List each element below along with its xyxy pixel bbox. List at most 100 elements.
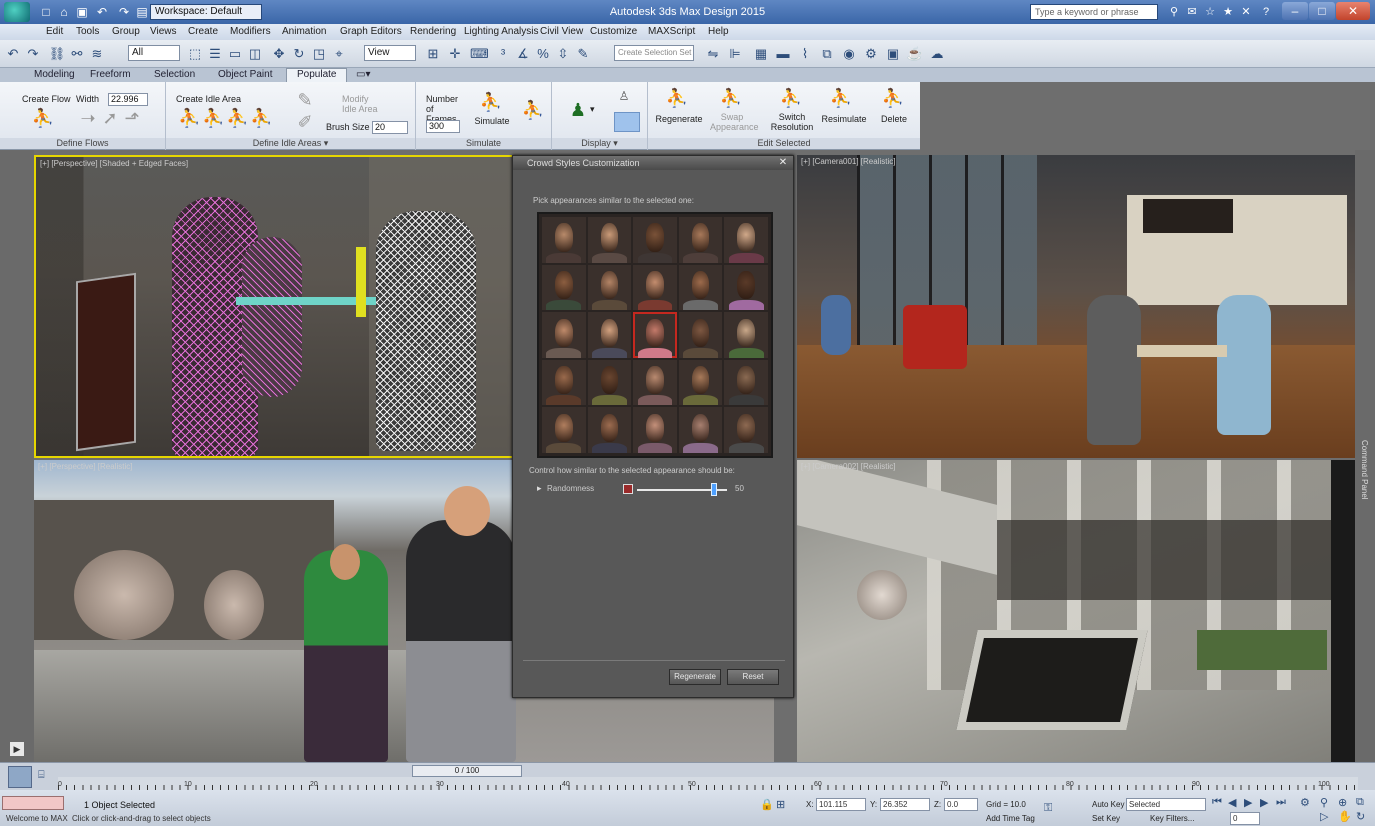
selection-filter-dropdown[interactable]: All (128, 45, 180, 61)
idle-area-brush-icon[interactable]: ✎ (294, 90, 316, 110)
swap-appearance-icon[interactable]: ⛹ (718, 88, 744, 108)
reference-coordinate-dropdown[interactable]: View (364, 45, 416, 61)
spinner-snap-icon[interactable]: ⇳ (554, 45, 572, 63)
percent-snap-icon[interactable]: % (534, 45, 552, 63)
expand-arrow-icon[interactable]: ▸ (537, 483, 542, 494)
snaps-toggle-icon[interactable]: ³ (494, 45, 512, 63)
select-and-link-icon[interactable]: ⛓ (48, 45, 66, 63)
randomness-swatch[interactable] (623, 484, 633, 494)
field-of-view-icon[interactable]: ▷ (1320, 810, 1328, 823)
tab-populate[interactable]: Populate (286, 68, 348, 82)
render-production-icon[interactable]: ☕ (906, 45, 924, 63)
menu-lighting-analysis[interactable]: Lighting Analysis (464, 26, 539, 37)
curve-editor-icon[interactable]: ⌇ (796, 45, 814, 63)
clear-simulation-icon[interactable]: ⛹ (520, 100, 546, 120)
menu-group[interactable]: Group (112, 26, 140, 37)
tab-object-paint[interactable]: Object Paint (218, 69, 272, 80)
flow-segment-icon[interactable]: ➝ (78, 108, 98, 128)
subscription-icon[interactable]: ☆ (1202, 4, 1218, 20)
menu-edit[interactable]: Edit (46, 26, 63, 37)
menu-civil-view[interactable]: Civil View (540, 26, 583, 37)
previous-frame-icon[interactable]: ◀ (1228, 796, 1236, 809)
appearance-tile[interactable] (678, 407, 723, 453)
window-crossing-icon[interactable]: ◫ (246, 45, 264, 63)
display-figure-icon[interactable]: ♙ (614, 86, 634, 106)
menu-customize[interactable]: Customize (590, 26, 637, 37)
viewport-label[interactable]: [+] [Camera002] [Realistic] (801, 462, 895, 471)
redo-icon[interactable]: ↷ (24, 45, 42, 63)
viewport-navigation-icon[interactable]: ▶ (10, 742, 24, 756)
tab-freeform[interactable]: Freeform (90, 69, 131, 80)
idle-area-erase-icon[interactable]: ✐ (294, 112, 316, 132)
select-and-rotate-icon[interactable]: ↻ (290, 45, 308, 63)
viewport-label[interactable]: [+] [Camera001] [Realistic] (801, 157, 895, 166)
z-coordinate[interactable]: 0.0 (944, 798, 978, 811)
viewport-camera-courtyard[interactable]: [+] [Camera002] [Realistic] (797, 460, 1355, 762)
create-flow-icon[interactable]: ⛹ (30, 108, 56, 128)
maxscript-listener-input[interactable] (2, 796, 64, 810)
select-by-name-icon[interactable]: ☰ (206, 45, 224, 63)
appearance-tile[interactable] (542, 407, 586, 453)
next-frame-icon[interactable]: ▶ (1260, 796, 1268, 809)
tab-selection[interactable]: Selection (154, 69, 195, 80)
resimulate-icon[interactable]: ⛹ (828, 88, 854, 108)
schematic-view-icon[interactable]: ⧉ (818, 45, 836, 63)
menu-tools[interactable]: Tools (76, 26, 99, 37)
menu-maxscript[interactable]: MAXScript (648, 26, 695, 37)
x-coordinate[interactable]: 101.115 (816, 798, 866, 811)
menu-views[interactable]: Views (150, 26, 177, 37)
display-toggle-button[interactable] (614, 112, 640, 132)
appearance-tile[interactable] (633, 312, 677, 358)
appearance-tile[interactable] (678, 217, 723, 263)
resimulate-label[interactable]: Resimulate (820, 114, 868, 124)
pivot-center-icon[interactable]: ⊞ (424, 45, 442, 63)
appearance-tile[interactable] (678, 312, 723, 358)
angle-snap-icon[interactable]: ∡ (514, 45, 532, 63)
y-coordinate[interactable]: 26.352 (880, 798, 930, 811)
material-editor-icon[interactable]: ◉ (840, 45, 858, 63)
idle-area-paint-icon[interactable]: ⛹ (250, 108, 272, 128)
appearance-tile[interactable] (542, 264, 586, 311)
swap-appearance-label[interactable]: Swap Appearance (710, 112, 759, 132)
track-bar[interactable] (58, 777, 1358, 791)
undo-icon[interactable]: ↶ (4, 45, 22, 63)
maximize-viewport-icon[interactable]: ⧉ (1356, 796, 1364, 809)
add-time-tag[interactable]: Add Time Tag (986, 814, 1035, 823)
appearance-tile[interactable] (633, 407, 677, 453)
key-mode-dropdown[interactable]: Selected (1126, 798, 1206, 811)
brush-size-spinner[interactable]: 20 (372, 121, 408, 134)
modify-idle-area-label[interactable]: Modify Idle Area (342, 94, 382, 114)
time-configuration-icon[interactable]: ⚙ (1300, 796, 1310, 809)
appearance-tile[interactable] (587, 312, 632, 358)
auto-key-button[interactable]: Auto Key (1092, 800, 1124, 809)
flow-curve-icon[interactable]: ➚ (100, 108, 120, 128)
select-and-place-icon[interactable]: ⌖ (330, 45, 348, 63)
help-icon[interactable]: ? (1258, 4, 1274, 20)
appearance-tile[interactable] (724, 359, 768, 406)
appearance-tile[interactable] (724, 264, 768, 311)
current-frame-field[interactable]: 0 (1230, 812, 1260, 825)
key-filters-button[interactable]: Key Filters... (1150, 814, 1194, 823)
width-spinner[interactable]: 22.996 (108, 93, 148, 106)
simulate-icon[interactable]: ⛹ (478, 92, 504, 112)
mirror-icon[interactable]: ⇋ (704, 45, 722, 63)
display-person-icon[interactable]: ♟ (568, 100, 588, 120)
appearance-tile[interactable] (678, 359, 723, 406)
regenerate-button[interactable]: Regenerate (669, 669, 721, 685)
simulate-label[interactable]: Simulate (474, 116, 510, 126)
track-bar-toggle-icon[interactable]: ⌸ (38, 769, 45, 782)
menu-modifiers[interactable]: Modifiers (230, 26, 271, 37)
display-dropdown-arrow-icon[interactable]: ▾ (590, 104, 595, 115)
appearance-tile[interactable] (587, 264, 632, 311)
viewport-perspective-wireframe[interactable]: [+] [Perspective] [Shaded + Edged Faces] (34, 155, 514, 458)
delete-label[interactable]: Delete (874, 114, 914, 124)
appearance-tile[interactable] (542, 312, 586, 358)
appearance-tile[interactable] (724, 407, 768, 453)
key-icon[interactable]: ⚿ (1044, 802, 1052, 815)
menu-animation[interactable]: Animation (282, 26, 326, 37)
appearance-tile[interactable] (633, 359, 677, 406)
unlink-icon[interactable]: ⚯ (68, 45, 86, 63)
edit-named-selection-icon[interactable]: ✎ (574, 45, 592, 63)
align-icon[interactable]: ⊫ (726, 45, 744, 63)
viewport-label[interactable]: [+] [Perspective] [Shaded + Edged Faces] (40, 159, 188, 168)
